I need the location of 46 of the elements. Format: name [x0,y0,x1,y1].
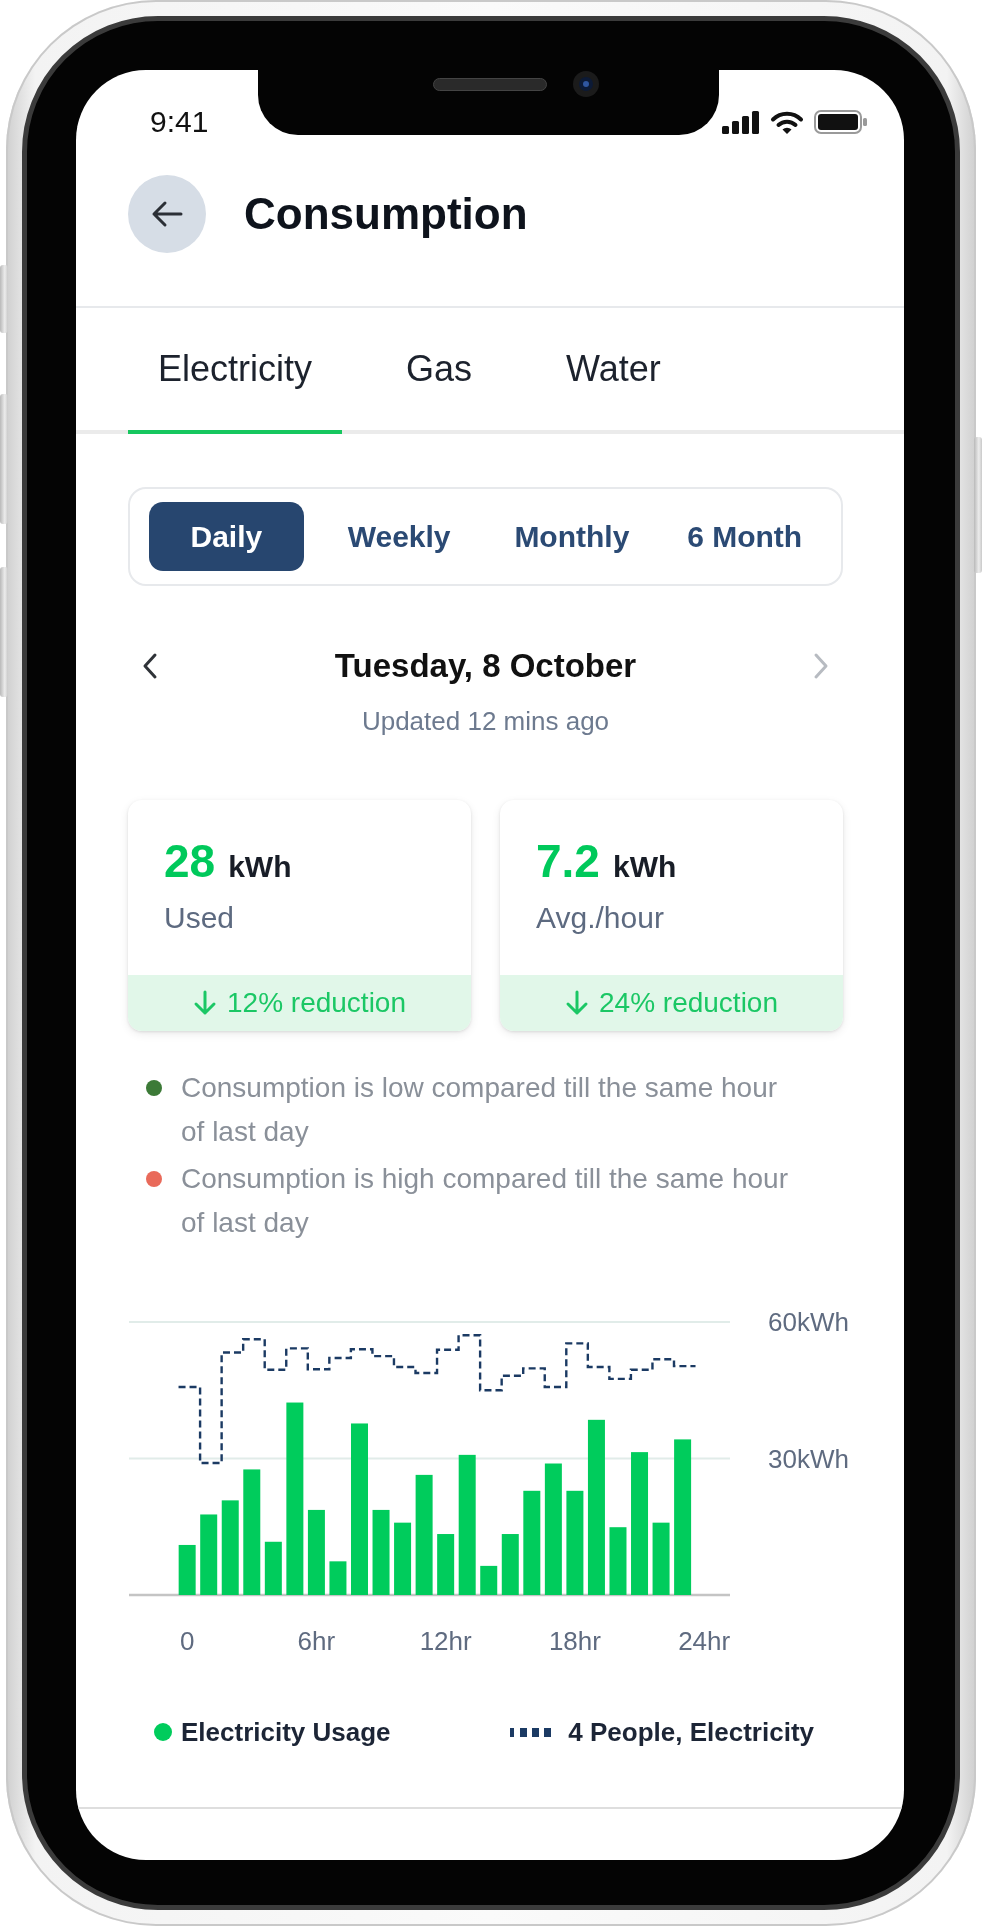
x-axis-label: 18hr [548,1626,601,1656]
tab[interactable]: Electricity [128,308,343,434]
usage-bar [264,1541,282,1595]
tab[interactable]: Water [536,308,691,434]
x-axis-label: 0 [179,1626,195,1656]
stat-label: Avg./hour [536,900,665,936]
y-axis-label: 60kWh [768,1307,849,1337]
arrow-left-icon [151,200,183,228]
status-time: 9:41 [150,106,209,138]
stat-value: 7.2 [536,837,600,885]
speaker-grille-icon [433,78,547,91]
x-axis-label: 24hr [678,1626,731,1656]
updated-text: Updated 12 mins ago [360,705,611,737]
tab[interactable]: Gas [376,308,503,434]
page-title: Consumption [244,189,528,239]
usage-bar [437,1534,455,1595]
period-option[interactable]: 6 Month [667,502,822,571]
x-axis-label: 12hr [419,1626,472,1656]
usage-bar [329,1561,347,1595]
legend-label: 4 People, Electricity [568,1715,814,1749]
usage-bar [480,1565,498,1595]
legend-label: Electricity Usage [181,1715,391,1749]
period-option[interactable]: Daily [149,502,304,571]
change-text: 24% reduction [599,986,778,1020]
wifi-icon [770,110,804,134]
usage-bar [609,1527,627,1595]
chevron-right-icon [813,652,829,680]
side-key [0,265,8,333]
stat-value: 28 [164,837,216,885]
usage-bar [501,1534,519,1595]
usage-bar [178,1544,196,1595]
camera-lens-icon [573,71,599,97]
signal-icon [722,110,760,134]
note-text: Consumption is high compared till the same hour of last day [181,1162,789,1240]
x-axis-label: 6hr [297,1626,336,1656]
y-axis-label: 30kWh [768,1443,849,1474]
chevron-left-icon [142,652,158,680]
stat-unit: kWh [228,849,292,885]
date-title: Tuesday, 8 October [333,646,638,687]
battery-icon [814,110,867,134]
note-text: Consumption is low compared till the same hour of last day [181,1071,779,1149]
period-option[interactable]: Monthly [494,502,650,571]
period-option[interactable]: Weekly [321,502,477,571]
change-text: 12% reduction [227,986,406,1020]
stat-label: Used [164,900,236,936]
stat-unit: kWh [612,849,677,885]
